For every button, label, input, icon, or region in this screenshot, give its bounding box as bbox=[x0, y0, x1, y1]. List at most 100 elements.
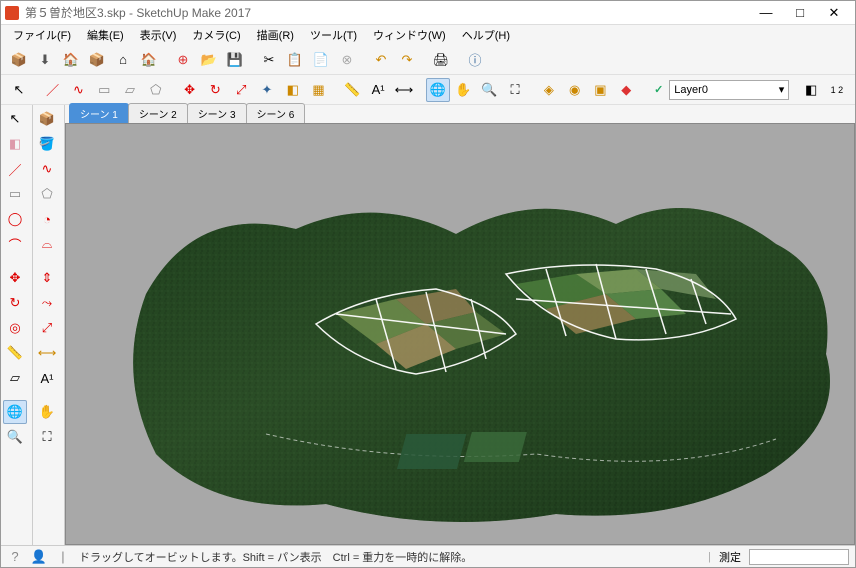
lt-text-icon[interactable]: ▱ bbox=[3, 366, 27, 390]
lt2-pushpull-icon[interactable]: ⇕ bbox=[35, 266, 59, 290]
move-icon[interactable]: ✥ bbox=[178, 78, 202, 102]
lt-line-icon[interactable]: ／ bbox=[3, 157, 27, 181]
axis-icon[interactable]: ✦ bbox=[255, 78, 279, 102]
chevron-down-icon: ▾ bbox=[779, 83, 785, 96]
redo-icon[interactable]: ↷ bbox=[395, 48, 419, 72]
help-icon[interactable]: ? bbox=[7, 549, 23, 565]
lt-arc-icon[interactable]: ⌒ bbox=[3, 232, 27, 256]
menu-view[interactable]: 表示(V) bbox=[132, 25, 185, 45]
viewport-3d[interactable] bbox=[65, 123, 855, 545]
menu-bar: ファイル(F) 編集(E) 表示(V) カメラ(C) 描画(R) ツール(T) … bbox=[1, 25, 855, 45]
lt-circle-icon[interactable]: ◯ bbox=[3, 207, 27, 231]
freehand-icon[interactable]: ∿ bbox=[67, 78, 91, 102]
zoom-icon[interactable]: 🔍 bbox=[477, 78, 501, 102]
zoom-extents-icon[interactable]: ⛶ bbox=[503, 78, 527, 102]
house2-icon[interactable]: ⌂ bbox=[111, 48, 135, 72]
scene-tab-3[interactable]: シーン 3 bbox=[187, 103, 247, 123]
scene-tab-2[interactable]: シーン 2 bbox=[128, 103, 188, 123]
lt2-curve-icon[interactable]: ⌓ bbox=[35, 232, 59, 256]
pan-icon[interactable]: ✋ bbox=[452, 78, 476, 102]
main-body: ↖ ◧ ／ ▭ ◯ ⌒ ✥ ↻ ◎ 📏 ▱ 🌐 🔍 📦 🪣 ∿ ⬠ ◔ ⌓ ⇕ … bbox=[1, 105, 855, 545]
layer-dropdown[interactable]: Layer0 ▾ bbox=[669, 80, 789, 100]
status-hint: ドラッグしてオービットします。Shift = パン表示 Ctrl = 重力を一時… bbox=[79, 549, 700, 565]
eraser-layer-icon[interactable]: ◧ bbox=[799, 78, 823, 102]
copy-icon[interactable]: 📋 bbox=[283, 48, 307, 72]
scene-tab-6[interactable]: シーン 6 bbox=[246, 103, 306, 123]
lt2-label-icon[interactable]: A¹ bbox=[35, 366, 59, 390]
lt-offset-icon[interactable]: ◎ bbox=[3, 316, 27, 340]
ext1-icon[interactable]: ◈ bbox=[537, 78, 561, 102]
ext2-icon[interactable]: ◉ bbox=[563, 78, 587, 102]
menu-edit[interactable]: 編集(E) bbox=[79, 25, 132, 45]
lt-orbit-icon[interactable]: 🌐 bbox=[3, 400, 27, 424]
page1-icon[interactable]: 1 2 bbox=[825, 78, 849, 102]
delete-icon[interactable]: ⊗ bbox=[335, 48, 359, 72]
minimize-button[interactable]: — bbox=[749, 2, 783, 24]
rect2-icon[interactable]: ▱ bbox=[118, 78, 142, 102]
lt2-followme-icon[interactable]: ⤳ bbox=[35, 291, 59, 315]
lt2-paint-icon[interactable]: 🪣 bbox=[35, 132, 59, 156]
box-icon[interactable]: 📦 bbox=[85, 48, 109, 72]
lt-select-icon[interactable]: ↖ bbox=[3, 107, 27, 131]
select-icon[interactable]: ↖ bbox=[7, 78, 31, 102]
measure-label: 測定 bbox=[719, 549, 741, 565]
lt2-poly-icon[interactable]: ⬠ bbox=[35, 182, 59, 206]
maximize-button[interactable]: □ bbox=[783, 2, 817, 24]
ext3-icon[interactable]: ▣ bbox=[589, 78, 613, 102]
menu-help[interactable]: ヘルプ(H) bbox=[454, 25, 518, 45]
ext4-icon[interactable]: ◆ bbox=[614, 78, 638, 102]
rect-icon[interactable]: ▭ bbox=[92, 78, 116, 102]
menu-file[interactable]: ファイル(F) bbox=[5, 25, 79, 45]
layer-selector: ✓ Layer0 ▾ bbox=[654, 80, 789, 100]
lt2-scale-icon[interactable]: ⤢ bbox=[35, 316, 59, 340]
lt-zoom-icon[interactable]: 🔍 bbox=[3, 425, 27, 449]
poly-icon[interactable]: ⬠ bbox=[144, 78, 168, 102]
line-icon[interactable]: ／ bbox=[41, 78, 65, 102]
cut-icon[interactable]: ✂ bbox=[257, 48, 281, 72]
left-toolbar-2: 📦 🪣 ∿ ⬠ ◔ ⌓ ⇕ ⤳ ⤢ ⟷ A¹ ✋ ⛶ bbox=[33, 105, 65, 545]
warehouse-icon[interactable]: 📦 bbox=[7, 48, 31, 72]
menu-tool[interactable]: ツール(T) bbox=[302, 25, 365, 45]
orbit-icon[interactable]: 🌐 bbox=[426, 78, 450, 102]
text-icon[interactable]: A¹ bbox=[366, 78, 390, 102]
house3-icon[interactable]: 🏠 bbox=[137, 48, 161, 72]
group-icon[interactable]: ▦ bbox=[307, 78, 331, 102]
tape-icon[interactable]: 📏 bbox=[340, 78, 364, 102]
model-info-icon[interactable]: ⓘ bbox=[463, 48, 487, 72]
lt-eraser-icon[interactable]: ◧ bbox=[3, 132, 27, 156]
window-title: 第５曽於地区3.skp - SketchUp Make 2017 bbox=[25, 4, 749, 21]
house-icon[interactable]: 🏠 bbox=[59, 48, 83, 72]
menu-draw[interactable]: 描画(R) bbox=[249, 25, 302, 45]
lt2-pie-icon[interactable]: ◔ bbox=[35, 207, 59, 231]
lt-rotate-icon[interactable]: ↻ bbox=[3, 291, 27, 315]
scene-tab-1[interactable]: シーン 1 bbox=[69, 103, 129, 123]
scale-icon[interactable]: ⤢ bbox=[229, 78, 253, 102]
lt2-component-icon[interactable]: 📦 bbox=[35, 107, 59, 131]
component-icon[interactable]: ◧ bbox=[281, 78, 305, 102]
terrain-model bbox=[116, 174, 855, 544]
lt-move-icon[interactable]: ✥ bbox=[3, 266, 27, 290]
close-button[interactable]: ✕ bbox=[817, 2, 851, 24]
measure-input[interactable] bbox=[749, 549, 849, 565]
paste-icon[interactable]: 📄 bbox=[309, 48, 333, 72]
lt2-zoomext-icon[interactable]: ⛶ bbox=[35, 425, 59, 449]
sep-icon: | bbox=[55, 549, 71, 565]
lt2-pan-icon[interactable]: ✋ bbox=[35, 400, 59, 424]
menu-camera[interactable]: カメラ(C) bbox=[184, 25, 248, 45]
new-icon[interactable]: ⊕ bbox=[171, 48, 195, 72]
print-icon[interactable]: 🖨 bbox=[429, 48, 453, 72]
lt-tape-icon[interactable]: 📏 bbox=[3, 341, 27, 365]
save-icon[interactable]: 💾 bbox=[223, 48, 247, 72]
lt-rect-icon[interactable]: ▭ bbox=[3, 182, 27, 206]
scene-tabs: シーン 1 シーン 2 シーン 3 シーン 6 bbox=[65, 105, 855, 123]
status-bar: ? 👤 | ドラッグしてオービットします。Shift = パン表示 Ctrl =… bbox=[1, 545, 855, 567]
rotate-icon[interactable]: ↻ bbox=[203, 78, 227, 102]
import-icon[interactable]: ⬇ bbox=[33, 48, 57, 72]
menu-window[interactable]: ウィンドウ(W) bbox=[365, 25, 454, 45]
user-icon[interactable]: 👤 bbox=[31, 549, 47, 565]
dim-icon[interactable]: ⟷ bbox=[392, 78, 416, 102]
lt2-dim-icon[interactable]: ⟷ bbox=[35, 341, 59, 365]
lt2-freehand-icon[interactable]: ∿ bbox=[35, 157, 59, 181]
open-icon[interactable]: 📂 bbox=[197, 48, 221, 72]
undo-icon[interactable]: ↶ bbox=[369, 48, 393, 72]
